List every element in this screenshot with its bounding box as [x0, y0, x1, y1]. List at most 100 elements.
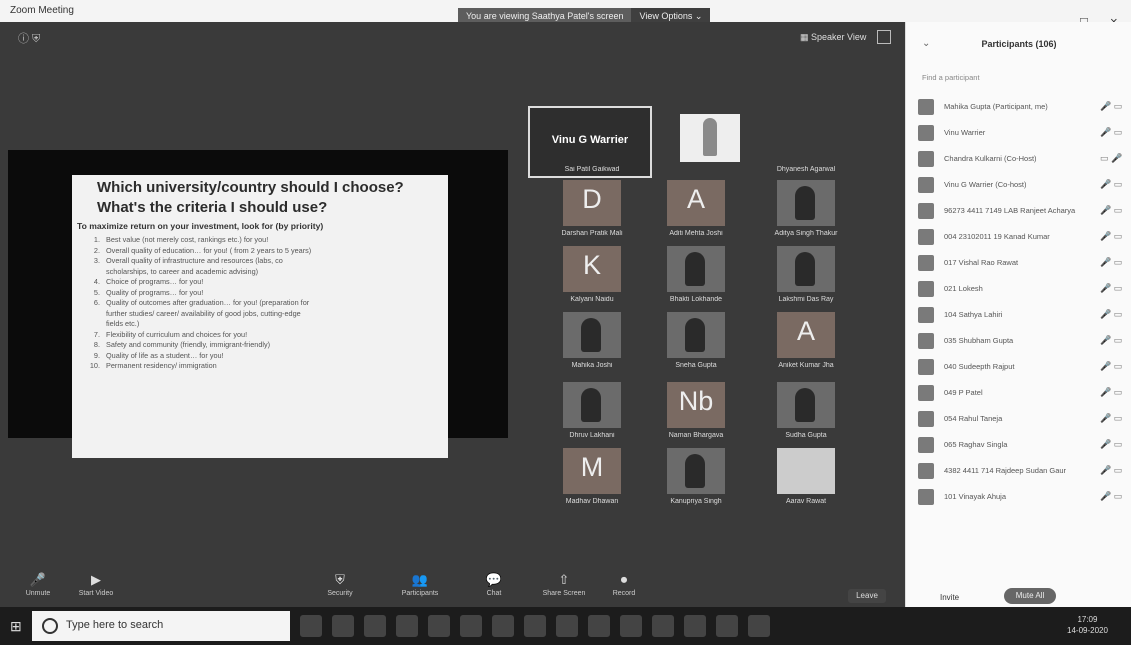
- toolbar-label: Start Video: [78, 590, 114, 597]
- tile-participant-name: Sneha Gupta: [675, 362, 717, 369]
- app-icon[interactable]: [716, 615, 738, 637]
- mic-video-status-icon: 🎤 ▭: [1100, 361, 1123, 371]
- search-icon: [42, 618, 58, 634]
- participant-row[interactable]: Vinu Warrier 🎤 ▭: [906, 120, 1131, 146]
- participant-row[interactable]: 035 Shubham Gupta 🎤 ▭: [906, 328, 1131, 354]
- mute-all-button[interactable]: Mute All: [1004, 588, 1056, 604]
- participant-name: 049 P Patel: [944, 388, 983, 397]
- tile-participant-name: Aditya Singh Thakur: [774, 230, 838, 237]
- participant-name: 021 Lokesh: [944, 284, 983, 293]
- app-icon[interactable]: [396, 615, 418, 637]
- start-video-button[interactable]: ▶ Start Video: [68, 572, 124, 597]
- avatar-initial: A: [686, 184, 705, 214]
- video-tile[interactable]: D: [563, 180, 621, 226]
- shared-slide: Which university/country should I choose…: [72, 175, 448, 458]
- task-view-icon[interactable]: [300, 615, 322, 637]
- participant-row[interactable]: 049 P Patel 🎤 ▭: [906, 380, 1131, 406]
- participant-row[interactable]: Chandra Kulkarni (Co-Host) ▭ 🎤: [906, 146, 1131, 172]
- window-titlebar: Zoom Meeting You are viewing Saathya Pat…: [0, 0, 1131, 29]
- mic-video-status-icon: 🎤 ▭: [1100, 335, 1123, 345]
- video-tile[interactable]: [777, 246, 835, 292]
- video-tile[interactable]: [777, 180, 835, 226]
- system-clock[interactable]: 17:09 14-09-2020: [1067, 614, 1108, 636]
- video-tile[interactable]: M: [563, 448, 621, 494]
- avatar-initial: M: [580, 452, 604, 482]
- video-tile[interactable]: [563, 382, 621, 428]
- video-tile[interactable]: [667, 312, 725, 358]
- tile-participant-name: Bhakti Lokhande: [669, 296, 723, 303]
- participant-row[interactable]: 054 Rahul Taneja 🎤 ▭: [906, 406, 1131, 432]
- windows-start-icon[interactable]: ⊞: [10, 618, 22, 635]
- video-tile[interactable]: K: [563, 246, 621, 292]
- participant-name: Chandra Kulkarni (Co-Host): [944, 154, 1037, 163]
- participant-row[interactable]: Mahika Gupta (Participant, me) 🎤 ▭: [906, 94, 1131, 120]
- participant-row[interactable]: 017 Vishal Rao Rawat 🎤 ▭: [906, 250, 1131, 276]
- participant-row[interactable]: 004 23102011 19 Kanad Kumar 🎤 ▭: [906, 224, 1131, 250]
- app-icon[interactable]: [364, 615, 386, 637]
- item-text: fields etc.): [106, 319, 140, 328]
- video-tile[interactable]: [667, 448, 725, 494]
- fullscreen-icon[interactable]: [877, 30, 891, 44]
- app-icon[interactable]: [492, 615, 514, 637]
- participant-row[interactable]: 104 Sathya Lahiri 🎤 ▭: [906, 302, 1131, 328]
- app-icon[interactable]: [620, 615, 642, 637]
- participant-name: Vinu Warrier: [944, 128, 986, 137]
- security-button[interactable]: ⛨ Security: [312, 572, 368, 597]
- video-tile[interactable]: Nb: [667, 382, 725, 428]
- slide-list-item: 3. Overall quality of infrastructure and …: [74, 256, 436, 267]
- participant-row[interactable]: 021 Lokesh 🎤 ▭: [906, 276, 1131, 302]
- app-icon[interactable]: [588, 615, 610, 637]
- video-tile[interactable]: A: [777, 312, 835, 358]
- share-screen-icon: ⇧: [558, 572, 570, 587]
- participants-button[interactable]: 👥 Participants: [392, 572, 448, 597]
- toolbar-label: Participants: [401, 590, 439, 597]
- video-tile[interactable]: [563, 312, 621, 358]
- mic-video-status-icon: 🎤 ▭: [1100, 179, 1123, 189]
- video-tile-photo[interactable]: [680, 114, 740, 162]
- app-icon[interactable]: [556, 615, 578, 637]
- taskbar-search[interactable]: Type here to search: [32, 611, 290, 641]
- speaker-view-button[interactable]: ▦ Speaker View: [800, 32, 866, 43]
- app-icon[interactable]: [460, 615, 482, 637]
- tile-participant-name: Sudha Gupta: [785, 432, 827, 439]
- video-tile[interactable]: [777, 382, 835, 428]
- tile-participant-name: Dhruv Lakhani: [569, 432, 615, 439]
- leave-button[interactable]: Leave: [848, 589, 886, 603]
- app-icon[interactable]: [652, 615, 674, 637]
- unmute-button[interactable]: 🎤 Unmute: [10, 572, 66, 597]
- meeting-info-icon[interactable]: ⓘ ⛨: [18, 30, 40, 46]
- video-tile[interactable]: A: [667, 180, 725, 226]
- app-icon[interactable]: [332, 615, 354, 637]
- item-text: scholarships, to career and academic adv…: [106, 266, 259, 276]
- video-tile[interactable]: [777, 448, 835, 494]
- share-screen-button[interactable]: ⇧ Share Screen: [536, 572, 592, 597]
- item-number: 9.: [93, 350, 100, 360]
- tile-participant-name: Darshan Pratik Mali: [561, 230, 623, 237]
- find-participant-input[interactable]: Find a participant: [916, 70, 1122, 86]
- record-button[interactable]: ⏺ Record: [596, 572, 652, 597]
- app-icon[interactable]: [524, 615, 546, 637]
- participant-name: 104 Sathya Lahiri: [944, 310, 1003, 319]
- chat-button[interactable]: 💬 Chat: [466, 572, 522, 597]
- item-text: Overall quality of education… for you! (…: [106, 245, 312, 255]
- participant-name: 96273 4411 7149 LAB Ranjeet Acharya: [944, 206, 1076, 215]
- participant-row[interactable]: 4382 4411 714 Rajdeep Sudan Gaur 🎤 ▭: [906, 458, 1131, 484]
- zoom-app-icon[interactable]: [748, 615, 770, 637]
- participant-row[interactable]: 101 Vinayak Ahuja 🎤 ▭: [906, 484, 1131, 510]
- item-number: [74, 309, 106, 320]
- participant-row[interactable]: 040 Sudeepth Rajput 🎤 ▭: [906, 354, 1131, 380]
- avatar: [918, 255, 934, 271]
- avatar: [918, 99, 934, 115]
- slide-list-item: fields etc.): [74, 319, 436, 330]
- app-icon[interactable]: [428, 615, 450, 637]
- participant-row[interactable]: 065 Raghav Singla 🎤 ▭: [906, 432, 1131, 458]
- participant-name: 054 Rahul Taneja: [944, 414, 1003, 423]
- app-icon[interactable]: [684, 615, 706, 637]
- invite-button[interactable]: Invite: [940, 593, 959, 602]
- participant-row[interactable]: Vinu G Warrier (Co-host) 🎤 ▭: [906, 172, 1131, 198]
- slide-list-item: 4. Choice of programs… for you!: [74, 277, 436, 288]
- avatar: [918, 177, 934, 193]
- participant-row[interactable]: 96273 4411 7149 LAB Ranjeet Acharya 🎤 ▭: [906, 198, 1131, 224]
- video-tile[interactable]: [667, 246, 725, 292]
- clock-date: 14-09-2020: [1067, 626, 1108, 635]
